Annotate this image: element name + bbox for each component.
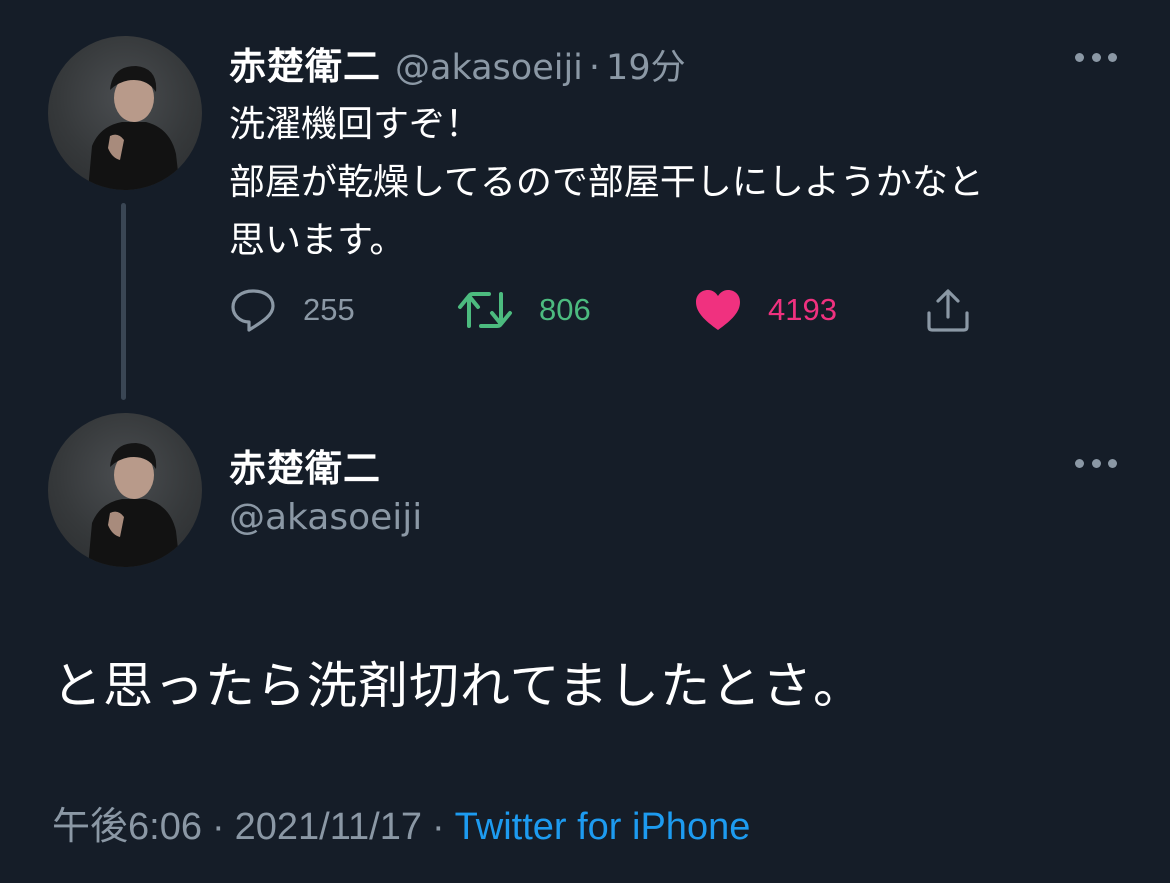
more-icon[interactable] <box>1075 457 1117 469</box>
author-handle[interactable]: @akasoeiji <box>395 48 583 88</box>
author-name[interactable]: 赤楚衛二 <box>229 438 381 492</box>
tweet-text: と思ったら洗剤切れてましたとさ。 <box>52 657 864 715</box>
tweet-source-link[interactable]: Twitter for iPhone <box>455 806 751 848</box>
tweet-date[interactable]: 2021/11/17 <box>235 806 422 848</box>
separator: · <box>211 806 225 848</box>
tweet-header: 赤楚衛二 @akasoeiji · 19分 <box>229 36 686 88</box>
tweet-text-line: 思います。 <box>229 220 406 261</box>
retweet-count: 806 <box>539 292 591 327</box>
retweet-icon <box>458 292 512 328</box>
author-name[interactable]: 赤楚衛二 <box>229 36 381 90</box>
tweet-text-line: 洗濯機回すぞ！ <box>229 104 482 145</box>
tweet-time[interactable]: 19分 <box>606 39 686 90</box>
separator: · <box>432 806 445 848</box>
retweet-button[interactable]: 806 <box>457 285 591 335</box>
thread-connector <box>121 203 126 400</box>
tweet-actions: 255 806 4193 <box>229 285 989 335</box>
like-count: 4193 <box>768 292 837 327</box>
share-button[interactable] <box>925 285 971 335</box>
heart-icon <box>696 290 740 330</box>
author-handle[interactable]: @akasoeiji <box>229 497 422 538</box>
tweet-text-line: 部屋が乾燥してるので部屋干しにしようかなと <box>229 162 984 203</box>
avatar[interactable] <box>48 36 202 190</box>
separator: · <box>588 48 601 88</box>
tweet-text: 洗濯機回すぞ！ 部屋が乾燥してるので部屋干しにしようかなと 思います。 <box>229 96 1129 270</box>
reply-icon <box>231 289 275 332</box>
reply-button[interactable]: 255 <box>229 285 355 335</box>
like-button[interactable]: 4193 <box>694 285 837 335</box>
avatar[interactable] <box>48 413 202 567</box>
tweet-thread: 赤楚衛二 @akasoeiji · 19分 洗濯機回すぞ！ 部屋が乾燥してるので… <box>0 0 1170 883</box>
more-icon[interactable] <box>1075 51 1117 63</box>
tweet-time[interactable]: 午後6:06 <box>52 806 202 848</box>
share-icon <box>927 289 969 332</box>
reply-count: 255 <box>303 292 355 327</box>
tweet-meta: 午後6:06 · 2021/11/17 · Twitter for iPhone <box>52 795 750 850</box>
